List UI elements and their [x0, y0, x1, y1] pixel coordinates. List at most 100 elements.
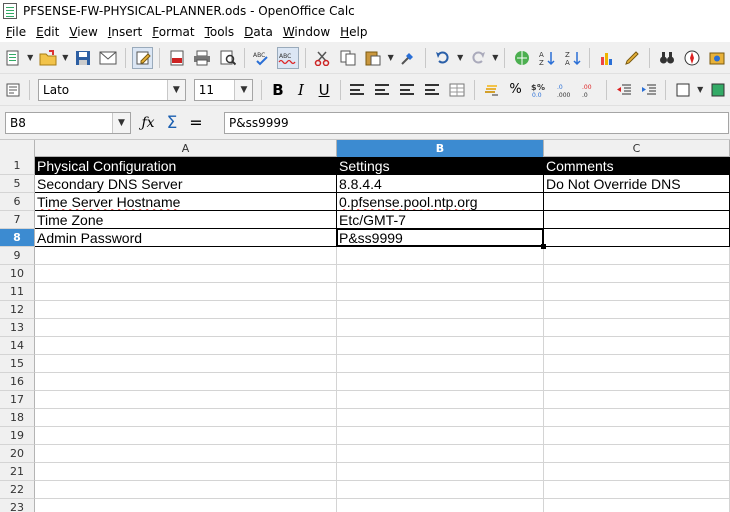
cell-b22[interactable] — [337, 481, 544, 499]
navigator-icon[interactable] — [681, 47, 702, 69]
formula-input[interactable]: P&ss9999 — [224, 112, 729, 134]
menu-edit[interactable]: Edit — [36, 25, 59, 39]
cell-c22[interactable] — [544, 481, 730, 499]
cell-b13[interactable] — [337, 319, 544, 337]
row-header-13[interactable]: 13 — [0, 319, 35, 337]
styles-formatting-icon[interactable] — [2, 79, 23, 101]
row-header-11[interactable]: 11 — [0, 283, 35, 301]
increase-indent-icon[interactable] — [638, 79, 659, 101]
cell-c5[interactable]: Do Not Override DNS — [544, 175, 730, 193]
menu-window[interactable]: Window — [283, 25, 330, 39]
cell-c6[interactable] — [544, 193, 730, 211]
hyperlink-icon[interactable] — [511, 47, 532, 69]
row-header-7[interactable]: 7 — [0, 211, 35, 229]
font-size-dropdown-icon[interactable]: ▼ — [234, 79, 253, 100]
cell-b10[interactable] — [337, 265, 544, 283]
save-icon[interactable] — [72, 47, 93, 69]
row-header-9[interactable]: 9 — [0, 247, 35, 265]
cell-b21[interactable] — [337, 463, 544, 481]
column-header-b[interactable]: B — [337, 140, 544, 157]
cell-a9[interactable] — [35, 247, 337, 265]
redo-icon[interactable] — [467, 47, 488, 69]
cell-c17[interactable] — [544, 391, 730, 409]
underline-button[interactable]: U — [314, 79, 335, 101]
cell-a6[interactable]: Time Server Hostname — [35, 193, 337, 211]
email-icon[interactable] — [98, 47, 119, 69]
cell-c8[interactable] — [544, 229, 730, 247]
cell-b18[interactable] — [337, 409, 544, 427]
align-right-icon[interactable] — [397, 79, 418, 101]
menu-file[interactable]: File — [6, 25, 26, 39]
row-header-20[interactable]: 20 — [0, 445, 35, 463]
cell-b14[interactable] — [337, 337, 544, 355]
menu-view[interactable]: View — [69, 25, 97, 39]
edit-file-icon[interactable] — [131, 46, 154, 69]
row-header-15[interactable]: 15 — [0, 355, 35, 373]
new-document-icon[interactable] — [2, 47, 23, 69]
cell-b5[interactable]: 8.8.4.4 — [337, 175, 544, 193]
row-header-10[interactable]: 10 — [0, 265, 35, 283]
menu-data[interactable]: Data — [244, 25, 273, 39]
row-header-19[interactable]: 19 — [0, 427, 35, 445]
cell-c7[interactable] — [544, 211, 730, 229]
cell-a19[interactable] — [35, 427, 337, 445]
font-size-combobox[interactable]: 11 ▼ — [193, 78, 254, 101]
cell-a15[interactable] — [35, 355, 337, 373]
align-left-icon[interactable] — [347, 79, 368, 101]
menu-insert[interactable]: Insert — [108, 25, 142, 39]
cell-b19[interactable] — [337, 427, 544, 445]
copy-icon[interactable] — [337, 47, 358, 69]
cell-a13[interactable] — [35, 319, 337, 337]
cell-a12[interactable] — [35, 301, 337, 319]
currency-format-icon[interactable] — [481, 79, 502, 101]
cell-c23[interactable] — [544, 499, 730, 512]
cell-a20[interactable] — [35, 445, 337, 463]
cell-b23[interactable] — [337, 499, 544, 512]
italic-button[interactable]: I — [290, 79, 311, 101]
row-header-21[interactable]: 21 — [0, 463, 35, 481]
show-draw-functions-icon[interactable] — [622, 47, 643, 69]
align-center-icon[interactable] — [372, 79, 393, 101]
name-box-dropdown-icon[interactable]: ▼ — [112, 112, 130, 133]
paste-icon[interactable] — [363, 47, 384, 69]
cell-c14[interactable] — [544, 337, 730, 355]
font-name-dropdown-icon[interactable]: ▼ — [166, 79, 185, 100]
cell-a23[interactable] — [35, 499, 337, 512]
row-header-12[interactable]: 12 — [0, 301, 35, 319]
column-header-c[interactable]: C — [544, 140, 730, 157]
fill-handle[interactable] — [541, 244, 546, 249]
row-header-22[interactable]: 22 — [0, 481, 35, 499]
cell-b8[interactable]: P&ss9999 — [337, 229, 544, 247]
row-header-5[interactable]: 5 — [0, 175, 35, 193]
decrease-indent-icon[interactable] — [613, 79, 634, 101]
cell-c15[interactable] — [544, 355, 730, 373]
row-header-16[interactable]: 16 — [0, 373, 35, 391]
cell-a18[interactable] — [35, 409, 337, 427]
bold-button[interactable]: B — [267, 79, 288, 101]
cell-c16[interactable] — [544, 373, 730, 391]
cell-a1[interactable]: Physical Configuration — [35, 157, 337, 175]
print-preview-icon[interactable] — [217, 47, 238, 69]
undo-icon[interactable] — [432, 47, 453, 69]
cell-b6[interactable]: 0.pfsense.pool.ntp.org — [337, 193, 544, 211]
spellcheck-icon[interactable]: ABC — [251, 47, 272, 69]
cell-a7[interactable]: Time Zone — [35, 211, 337, 229]
open-dropdown-arrow-icon[interactable]: ▼ — [60, 47, 70, 69]
justify-icon[interactable] — [422, 79, 443, 101]
cell-b15[interactable] — [337, 355, 544, 373]
menu-help[interactable]: Help — [340, 25, 367, 39]
cell-c10[interactable] — [544, 265, 730, 283]
sort-descending-icon[interactable]: ZA — [562, 47, 583, 69]
open-folder-icon[interactable] — [37, 47, 58, 69]
row-header-23[interactable]: 23 — [0, 499, 35, 512]
cell-a8[interactable]: Admin Password — [35, 229, 337, 247]
cell-a17[interactable] — [35, 391, 337, 409]
row-header-14[interactable]: 14 — [0, 337, 35, 355]
menu-tools[interactable]: Tools — [205, 25, 235, 39]
spreadsheet-grid[interactable]: A B C 1 Physical Configuration Settings Com… — [0, 140, 730, 512]
row-header-17[interactable]: 17 — [0, 391, 35, 409]
cell-a14[interactable] — [35, 337, 337, 355]
cell-a22[interactable] — [35, 481, 337, 499]
cell-c19[interactable] — [544, 427, 730, 445]
sum-icon[interactable]: Σ — [161, 112, 183, 134]
